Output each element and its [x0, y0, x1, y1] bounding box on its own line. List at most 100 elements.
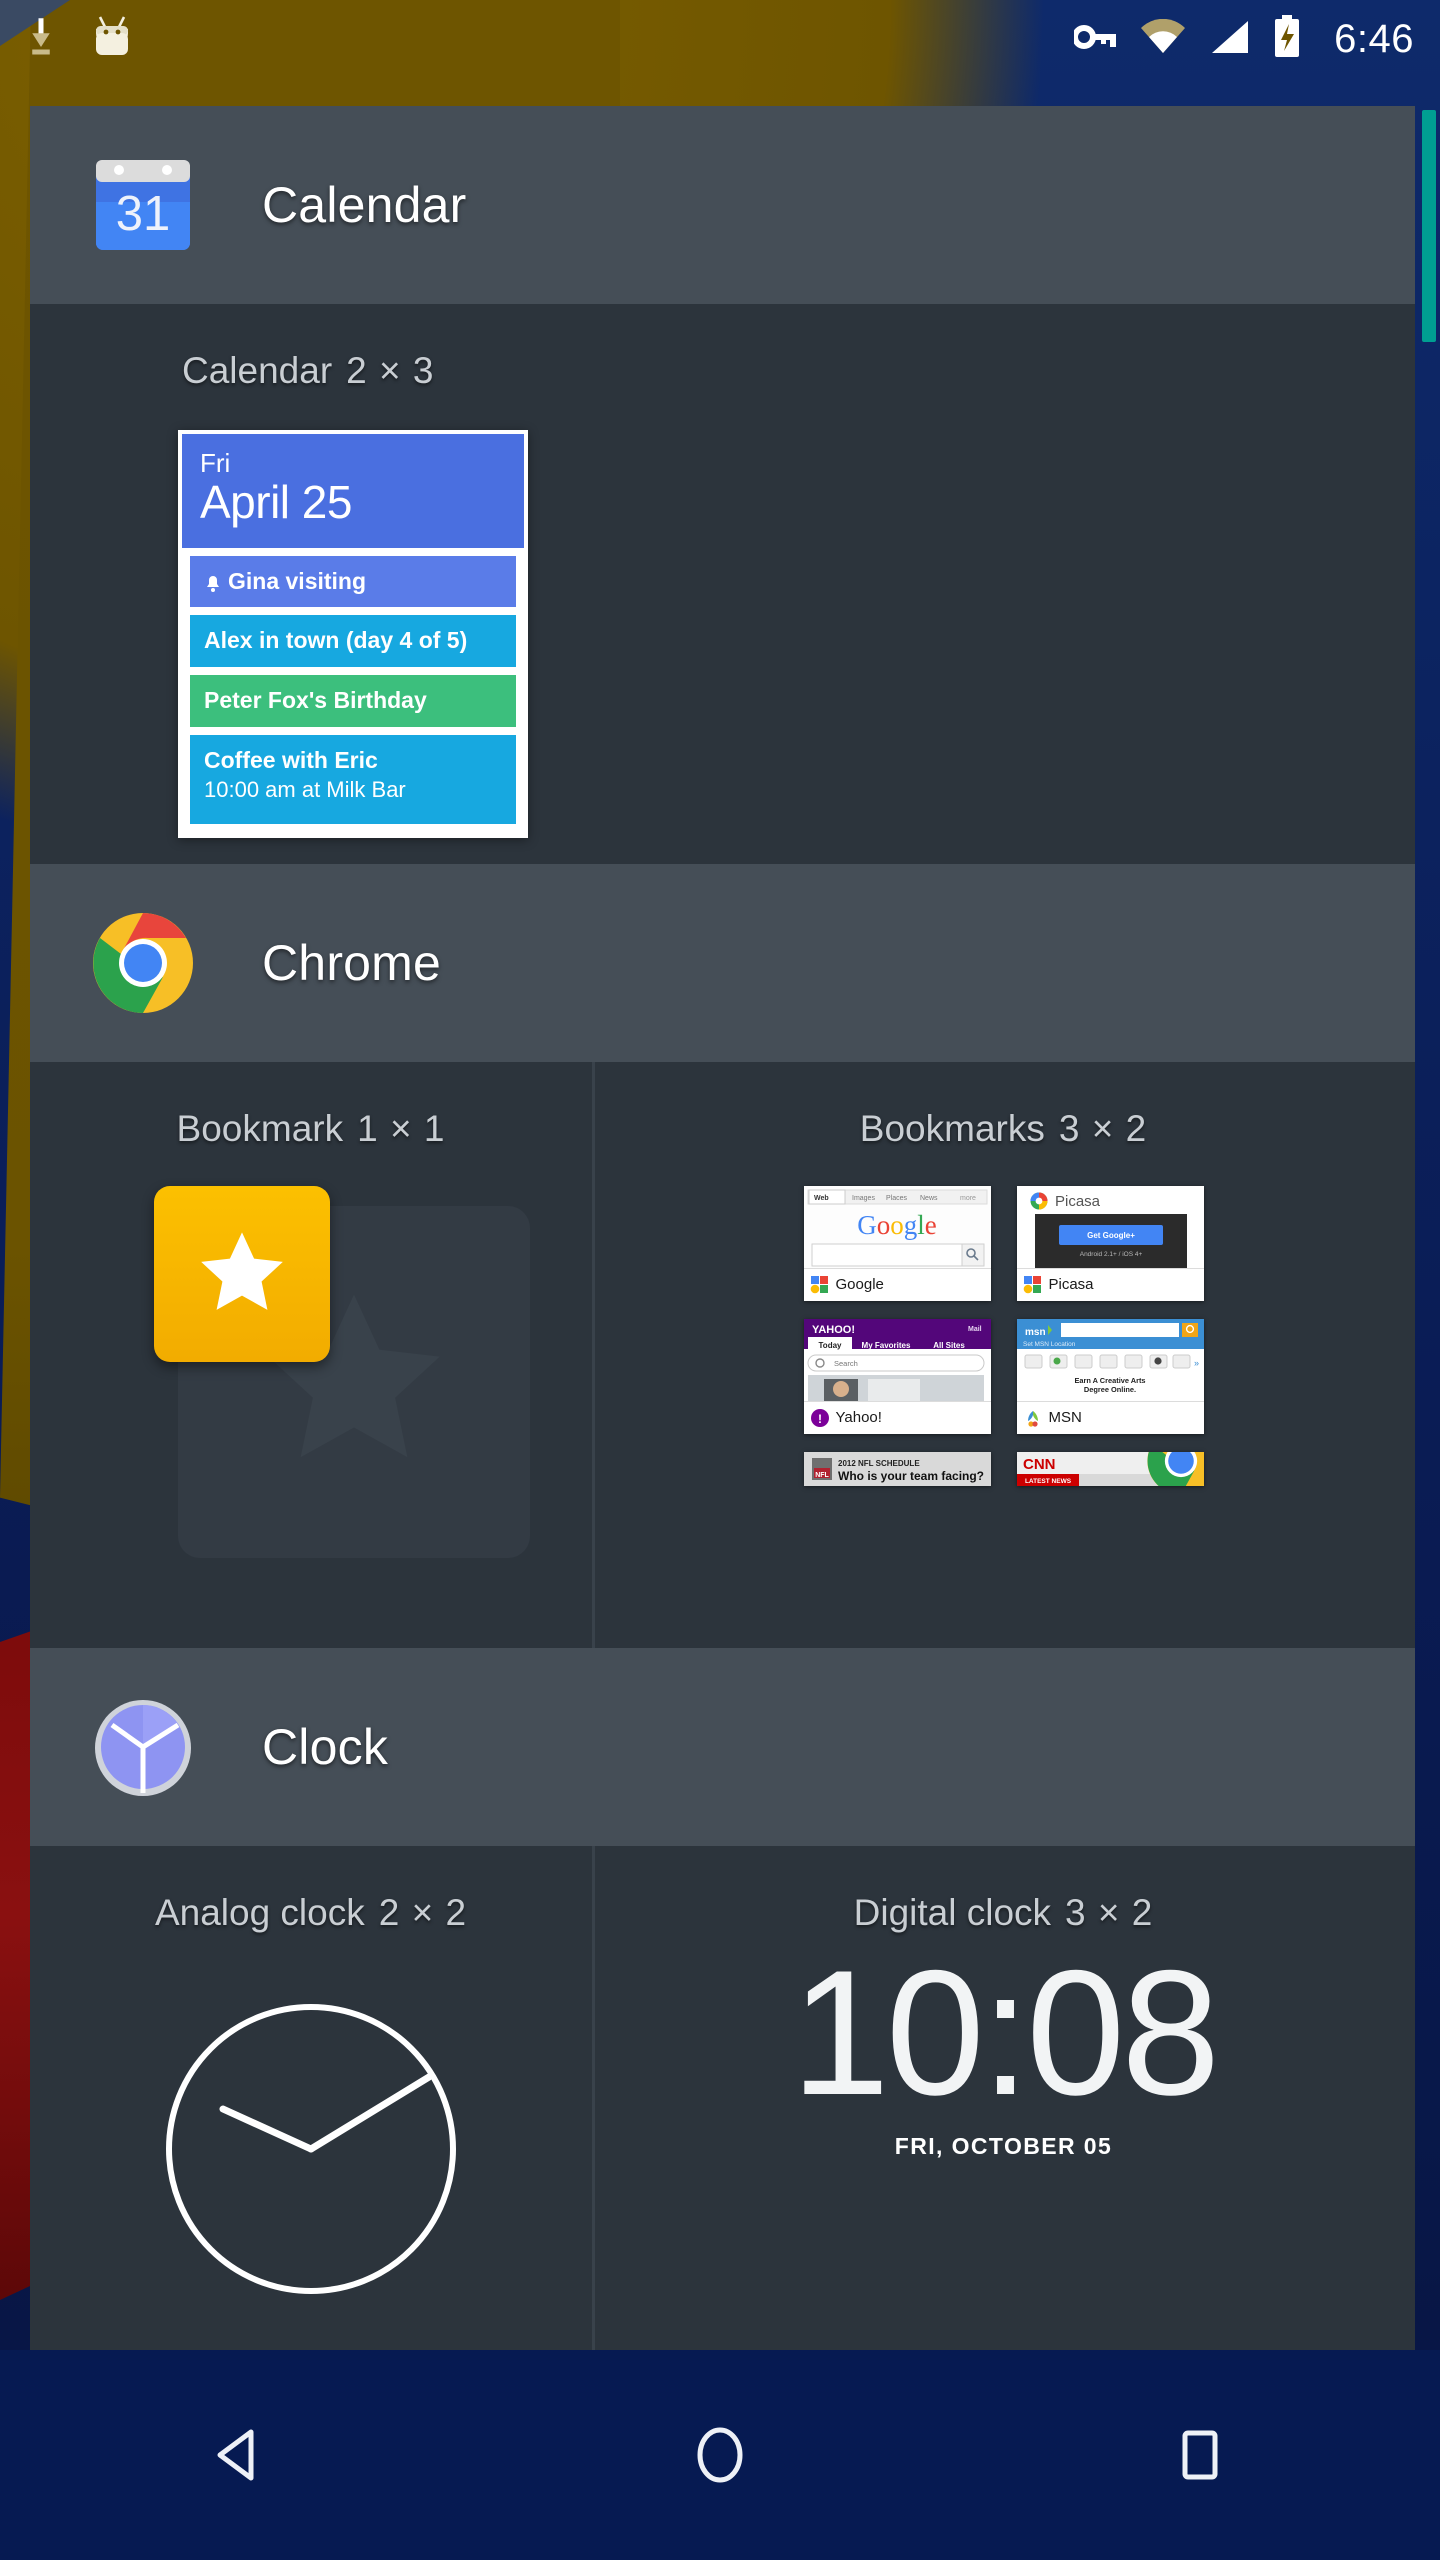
calendar-event-title: Alex in town (day 4 of 5): [204, 627, 468, 654]
widget-cell-calendar-2x3[interactable]: Calendar 2 × 3 Fri April 25 Gina visiting…: [30, 304, 1415, 864]
widget-cell-digital-clock-3x2[interactable]: Digital clock 3 × 2 10:08 FRI, OCTOBER 05: [592, 1845, 1412, 2352]
widget-size: 1 × 1: [357, 1107, 446, 1149]
analog-clock-face: [166, 2003, 456, 2294]
bookmark-thumb-nfl: NFL 2012 NFL SCHEDULE Who is your team f…: [803, 1451, 991, 1486]
status-bar: 6:46: [0, 0, 1440, 78]
digital-clock-date: FRI, OCTOBER 05: [894, 2132, 1113, 2159]
app-section-header-calendar[interactable]: 31 Calendar: [30, 106, 1415, 304]
vertical-scrollbar[interactable]: [1422, 110, 1436, 342]
calendar-event-0: Gina visiting: [190, 555, 516, 608]
svg-text:more: more: [960, 1195, 976, 1202]
calendar-event-title: Gina visiting: [228, 567, 367, 594]
bookmark-card-yahoo[interactable]: YAHOO! Mail Today My Favorites All Sites…: [803, 1318, 991, 1434]
widget-picker-list[interactable]: 31 Calendar Calendar 2 × 3 Fri April 25 G…: [30, 106, 1415, 2352]
widget-size: 2 × 2: [378, 1891, 468, 1933]
android-bugdroid-icon: [90, 13, 134, 66]
svg-text:Search: Search: [834, 1359, 858, 1368]
analog-clock-preview[interactable]: [30, 1934, 592, 2352]
svg-text:CNN: CNN: [1023, 1456, 1056, 1473]
bookmarks-widget-preview[interactable]: Web Images Places News more Google Googl…: [803, 1185, 1204, 1486]
app-name-clock: Clock: [262, 1718, 389, 1775]
bookmark-star-tile[interactable]: [154, 1185, 330, 1362]
svg-text:All Sites: All Sites: [933, 1341, 965, 1350]
widget-row-chrome: Bookmark 1 × 1 Bookmarks 3 × 2 Web Image…: [30, 1061, 1415, 1648]
bookmark-label-row: ! Yahoo!: [803, 1400, 991, 1434]
widget-label-bookmarks: Bookmarks 3 × 2: [595, 1062, 1412, 1150]
widget-label-digital-clock: Digital clock 3 × 2: [595, 1846, 1412, 1934]
widget-label-calendar: Calendar 2 × 3: [30, 304, 1415, 392]
bookmark-card-picasa[interactable]: Picasa Get Google+ Android 2.1+ / iOS 4+…: [1016, 1185, 1204, 1301]
widget-size: 3 × 2: [1058, 1107, 1148, 1149]
calendar-preview-header: Fri April 25: [182, 434, 524, 548]
cellular-signal-icon: [1208, 19, 1250, 60]
svg-text:Places: Places: [886, 1195, 908, 1202]
bookmark-card-google[interactable]: Web Images Places News more Google Googl…: [803, 1185, 991, 1301]
home-button[interactable]: [660, 2395, 780, 2515]
status-bar-clock: 6:46: [1334, 16, 1414, 61]
calendar-event-2: Peter Fox's Birthday: [190, 675, 516, 727]
bookmarks-grid-row: Web Images Places News more Google Googl…: [803, 1185, 1204, 1301]
back-button[interactable]: [180, 2395, 300, 2515]
svg-text:Mail: Mail: [968, 1326, 982, 1333]
bookmark-card-msn[interactable]: msn Set MSN Location » Earn A Creative A…: [1016, 1318, 1204, 1434]
bookmark-widget-preview[interactable]: [30, 1150, 592, 1570]
svg-text:31: 31: [116, 187, 171, 241]
download-icon: [26, 15, 56, 64]
widget-name: Bookmarks: [859, 1107, 1045, 1149]
widget-size: 2 × 3: [346, 350, 435, 391]
bookmark-card-nfl[interactable]: NFL 2012 NFL SCHEDULE Who is your team f…: [803, 1451, 991, 1486]
svg-text:Android 2.1+ / iOS 4+: Android 2.1+ / iOS 4+: [1079, 1251, 1142, 1258]
widget-row-calendar: Calendar 2 × 3 Fri April 25 Gina visiting…: [30, 304, 1415, 864]
calendar-event-title: Coffee with Eric: [204, 746, 378, 773]
widget-cell-analog-clock-2x2[interactable]: Analog clock 2 × 2: [30, 1845, 592, 2352]
nfl-headline-small: 2012 NFL SCHEDULE: [838, 1459, 920, 1468]
svg-text:msn: msn: [1025, 1327, 1046, 1338]
bookmarks-grid-row: NFL 2012 NFL SCHEDULE Who is your team f…: [803, 1451, 1204, 1486]
back-triangle-icon: [217, 2429, 254, 2481]
google-chrome-icon: [1146, 1451, 1204, 1486]
svg-text:Web: Web: [814, 1195, 829, 1202]
bookmark-label: Google: [835, 1276, 884, 1294]
svg-text:Earn A Creative Arts: Earn A Creative Arts: [1074, 1376, 1145, 1385]
star-icon: [201, 1231, 283, 1310]
bookmark-label-row: Google: [803, 1267, 991, 1301]
digital-clock-preview[interactable]: 10:08 FRI, OCTOBER 05: [595, 1934, 1412, 2160]
battery-charging-icon: [1272, 14, 1302, 64]
app-section-header-clock[interactable]: Clock: [30, 1647, 1415, 1846]
bell-icon: [207, 575, 219, 592]
calendar-event-title: Peter Fox's Birthday: [204, 687, 427, 714]
widget-cell-bookmarks-3x2[interactable]: Bookmarks 3 × 2 Web Images Places News m…: [592, 1061, 1412, 1648]
wifi-icon: [1140, 18, 1186, 60]
status-bar-right-icons: 6:46: [1072, 14, 1414, 64]
widget-name: Digital clock: [853, 1891, 1052, 1933]
google-chrome-icon: [88, 908, 198, 1018]
svg-text:LATEST NEWS: LATEST NEWS: [1024, 1478, 1071, 1485]
home-circle-icon: [697, 2427, 743, 2483]
google-docs-icon: [1023, 1275, 1041, 1293]
bookmark-label: Yahoo!: [835, 1409, 882, 1427]
calendar-widget-preview[interactable]: Fri April 25 Gina visiting Alex in town …: [178, 430, 528, 838]
svg-text:Set MSN Location: Set MSN Location: [1023, 1341, 1076, 1348]
bookmarks-grid-row: YAHOO! Mail Today My Favorites All Sites…: [803, 1318, 1204, 1434]
widget-name: Calendar: [182, 350, 333, 391]
vpn-key-icon: [1072, 22, 1118, 57]
svg-text:YAHOO!: YAHOO!: [812, 1324, 855, 1336]
widget-label-analog-clock: Analog clock 2 × 2: [30, 1846, 592, 1934]
calendar-event-3: Coffee with Eric 10:00 am at Milk Bar: [190, 734, 516, 824]
svg-text:!: !: [818, 1412, 822, 1426]
bookmark-label: MSN: [1048, 1409, 1082, 1427]
bookmark-label-row: MSN: [1016, 1400, 1204, 1434]
widget-size: 3 × 2: [1065, 1891, 1154, 1933]
svg-text:Today: Today: [818, 1341, 842, 1350]
recents-button[interactable]: [1140, 2395, 1260, 2515]
bookmark-card-cnn[interactable]: CNN LATEST NEWS: [1016, 1451, 1204, 1486]
svg-text:Who is your team facing?: Who is your team facing?: [838, 1469, 984, 1483]
clock-icon: [88, 1692, 198, 1802]
svg-text:Get Google+: Get Google+: [1087, 1231, 1135, 1240]
recents-square-icon: [1182, 2430, 1218, 2480]
widget-cell-bookmark-1x1[interactable]: Bookmark 1 × 1: [30, 1061, 592, 1648]
app-section-header-chrome[interactable]: Chrome: [30, 863, 1415, 1062]
calendar-event-1: Alex in town (day 4 of 5): [190, 615, 516, 668]
svg-text:Images: Images: [852, 1195, 875, 1202]
google-docs-icon: [810, 1275, 828, 1293]
